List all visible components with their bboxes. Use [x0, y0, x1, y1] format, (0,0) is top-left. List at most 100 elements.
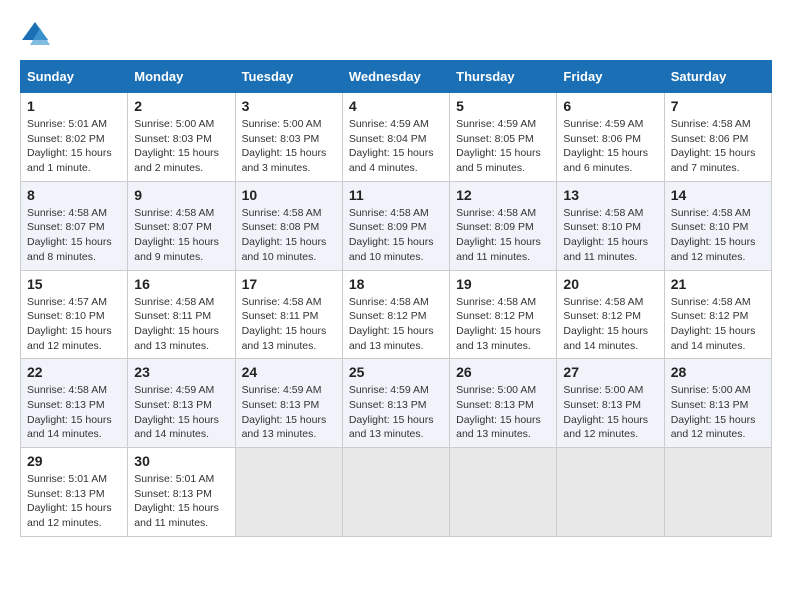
day-info: Sunrise: 4:58 AM Sunset: 8:11 PM Dayligh…: [242, 295, 336, 354]
day-info: Sunrise: 4:58 AM Sunset: 8:12 PM Dayligh…: [563, 295, 657, 354]
calendar-week-row: 15 Sunrise: 4:57 AM Sunset: 8:10 PM Dayl…: [21, 270, 772, 359]
calendar-table: SundayMondayTuesdayWednesdayThursdayFrid…: [20, 60, 772, 537]
day-info: Sunrise: 5:00 AM Sunset: 8:03 PM Dayligh…: [134, 117, 228, 176]
day-number: 24: [242, 364, 336, 380]
calendar-cell: [235, 448, 342, 537]
calendar-cell: [450, 448, 557, 537]
header-tuesday: Tuesday: [235, 61, 342, 93]
calendar-cell: 27 Sunrise: 5:00 AM Sunset: 8:13 PM Dayl…: [557, 359, 664, 448]
calendar-week-row: 22 Sunrise: 4:58 AM Sunset: 8:13 PM Dayl…: [21, 359, 772, 448]
day-number: 16: [134, 276, 228, 292]
calendar-cell: 8 Sunrise: 4:58 AM Sunset: 8:07 PM Dayli…: [21, 181, 128, 270]
day-info: Sunrise: 4:59 AM Sunset: 8:13 PM Dayligh…: [134, 383, 228, 442]
day-number: 11: [349, 187, 443, 203]
calendar-cell: 22 Sunrise: 4:58 AM Sunset: 8:13 PM Dayl…: [21, 359, 128, 448]
day-info: Sunrise: 4:58 AM Sunset: 8:12 PM Dayligh…: [349, 295, 443, 354]
header-thursday: Thursday: [450, 61, 557, 93]
calendar-cell: 5 Sunrise: 4:59 AM Sunset: 8:05 PM Dayli…: [450, 93, 557, 182]
day-number: 13: [563, 187, 657, 203]
day-info: Sunrise: 4:58 AM Sunset: 8:11 PM Dayligh…: [134, 295, 228, 354]
calendar-cell: 15 Sunrise: 4:57 AM Sunset: 8:10 PM Dayl…: [21, 270, 128, 359]
page-header: [20, 20, 772, 50]
calendar-cell: 14 Sunrise: 4:58 AM Sunset: 8:10 PM Dayl…: [664, 181, 771, 270]
calendar-cell: 3 Sunrise: 5:00 AM Sunset: 8:03 PM Dayli…: [235, 93, 342, 182]
day-number: 1: [27, 98, 121, 114]
calendar-cell: 1 Sunrise: 5:01 AM Sunset: 8:02 PM Dayli…: [21, 93, 128, 182]
header-saturday: Saturday: [664, 61, 771, 93]
logo: [20, 20, 54, 50]
day-info: Sunrise: 4:59 AM Sunset: 8:13 PM Dayligh…: [242, 383, 336, 442]
day-number: 5: [456, 98, 550, 114]
day-info: Sunrise: 4:57 AM Sunset: 8:10 PM Dayligh…: [27, 295, 121, 354]
calendar-cell: 6 Sunrise: 4:59 AM Sunset: 8:06 PM Dayli…: [557, 93, 664, 182]
calendar-cell: [557, 448, 664, 537]
day-info: Sunrise: 4:58 AM Sunset: 8:08 PM Dayligh…: [242, 206, 336, 265]
day-info: Sunrise: 4:58 AM Sunset: 8:09 PM Dayligh…: [456, 206, 550, 265]
day-info: Sunrise: 4:58 AM Sunset: 8:10 PM Dayligh…: [563, 206, 657, 265]
day-number: 4: [349, 98, 443, 114]
day-info: Sunrise: 5:00 AM Sunset: 8:13 PM Dayligh…: [563, 383, 657, 442]
day-number: 12: [456, 187, 550, 203]
day-number: 20: [563, 276, 657, 292]
day-info: Sunrise: 4:59 AM Sunset: 8:13 PM Dayligh…: [349, 383, 443, 442]
day-info: Sunrise: 5:01 AM Sunset: 8:13 PM Dayligh…: [134, 472, 228, 531]
day-info: Sunrise: 5:00 AM Sunset: 8:03 PM Dayligh…: [242, 117, 336, 176]
day-info: Sunrise: 4:58 AM Sunset: 8:07 PM Dayligh…: [134, 206, 228, 265]
calendar-cell: 19 Sunrise: 4:58 AM Sunset: 8:12 PM Dayl…: [450, 270, 557, 359]
calendar-cell: 28 Sunrise: 5:00 AM Sunset: 8:13 PM Dayl…: [664, 359, 771, 448]
calendar-cell: 26 Sunrise: 5:00 AM Sunset: 8:13 PM Dayl…: [450, 359, 557, 448]
calendar-cell: 24 Sunrise: 4:59 AM Sunset: 8:13 PM Dayl…: [235, 359, 342, 448]
day-info: Sunrise: 5:00 AM Sunset: 8:13 PM Dayligh…: [671, 383, 765, 442]
calendar-cell: 21 Sunrise: 4:58 AM Sunset: 8:12 PM Dayl…: [664, 270, 771, 359]
calendar-cell: 16 Sunrise: 4:58 AM Sunset: 8:11 PM Dayl…: [128, 270, 235, 359]
day-number: 30: [134, 453, 228, 469]
day-number: 6: [563, 98, 657, 114]
day-info: Sunrise: 5:00 AM Sunset: 8:13 PM Dayligh…: [456, 383, 550, 442]
day-info: Sunrise: 4:59 AM Sunset: 8:06 PM Dayligh…: [563, 117, 657, 176]
calendar-cell: 23 Sunrise: 4:59 AM Sunset: 8:13 PM Dayl…: [128, 359, 235, 448]
day-info: Sunrise: 5:01 AM Sunset: 8:13 PM Dayligh…: [27, 472, 121, 531]
day-info: Sunrise: 4:58 AM Sunset: 8:13 PM Dayligh…: [27, 383, 121, 442]
calendar-cell: 18 Sunrise: 4:58 AM Sunset: 8:12 PM Dayl…: [342, 270, 449, 359]
header-friday: Friday: [557, 61, 664, 93]
header-wednesday: Wednesday: [342, 61, 449, 93]
calendar-cell: 11 Sunrise: 4:58 AM Sunset: 8:09 PM Dayl…: [342, 181, 449, 270]
header-monday: Monday: [128, 61, 235, 93]
calendar-cell: 13 Sunrise: 4:58 AM Sunset: 8:10 PM Dayl…: [557, 181, 664, 270]
logo-icon: [20, 20, 50, 50]
calendar-week-row: 1 Sunrise: 5:01 AM Sunset: 8:02 PM Dayli…: [21, 93, 772, 182]
calendar-cell: 2 Sunrise: 5:00 AM Sunset: 8:03 PM Dayli…: [128, 93, 235, 182]
day-info: Sunrise: 4:58 AM Sunset: 8:12 PM Dayligh…: [671, 295, 765, 354]
day-number: 8: [27, 187, 121, 203]
day-number: 23: [134, 364, 228, 380]
day-number: 10: [242, 187, 336, 203]
day-info: Sunrise: 4:58 AM Sunset: 8:10 PM Dayligh…: [671, 206, 765, 265]
day-number: 19: [456, 276, 550, 292]
day-info: Sunrise: 4:58 AM Sunset: 8:07 PM Dayligh…: [27, 206, 121, 265]
calendar-cell: 9 Sunrise: 4:58 AM Sunset: 8:07 PM Dayli…: [128, 181, 235, 270]
day-number: 27: [563, 364, 657, 380]
day-number: 21: [671, 276, 765, 292]
calendar-cell: 25 Sunrise: 4:59 AM Sunset: 8:13 PM Dayl…: [342, 359, 449, 448]
day-number: 15: [27, 276, 121, 292]
calendar-cell: 12 Sunrise: 4:58 AM Sunset: 8:09 PM Dayl…: [450, 181, 557, 270]
day-number: 9: [134, 187, 228, 203]
calendar-cell: 7 Sunrise: 4:58 AM Sunset: 8:06 PM Dayli…: [664, 93, 771, 182]
calendar-cell: 10 Sunrise: 4:58 AM Sunset: 8:08 PM Dayl…: [235, 181, 342, 270]
calendar-week-row: 8 Sunrise: 4:58 AM Sunset: 8:07 PM Dayli…: [21, 181, 772, 270]
day-info: Sunrise: 4:58 AM Sunset: 8:09 PM Dayligh…: [349, 206, 443, 265]
day-number: 25: [349, 364, 443, 380]
calendar-cell: 4 Sunrise: 4:59 AM Sunset: 8:04 PM Dayli…: [342, 93, 449, 182]
calendar-week-row: 29 Sunrise: 5:01 AM Sunset: 8:13 PM Dayl…: [21, 448, 772, 537]
calendar-cell: [664, 448, 771, 537]
day-info: Sunrise: 4:58 AM Sunset: 8:06 PM Dayligh…: [671, 117, 765, 176]
day-number: 14: [671, 187, 765, 203]
day-number: 22: [27, 364, 121, 380]
day-number: 17: [242, 276, 336, 292]
day-number: 18: [349, 276, 443, 292]
day-info: Sunrise: 4:58 AM Sunset: 8:12 PM Dayligh…: [456, 295, 550, 354]
day-number: 7: [671, 98, 765, 114]
day-number: 29: [27, 453, 121, 469]
day-number: 3: [242, 98, 336, 114]
day-number: 26: [456, 364, 550, 380]
